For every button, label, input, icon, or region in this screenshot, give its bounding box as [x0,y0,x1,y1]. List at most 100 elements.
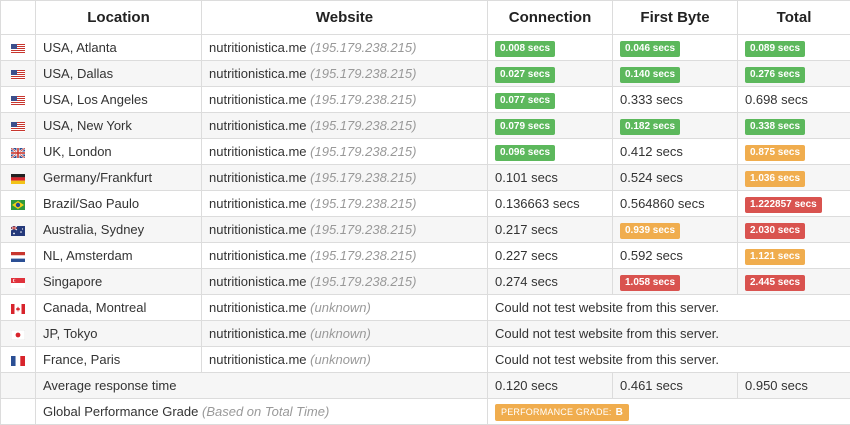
total-time: 1.222857 secs [745,197,822,213]
total-time: 0.338 secs [745,119,805,135]
website-ip: (unknown) [310,300,371,315]
average-flag-cell [1,373,36,399]
connection-time-cell: 0.096 secs [488,139,613,165]
website-domain: nutritionistica.me [209,352,307,367]
table-row: Brazil/Sao Paulonutritionistica.me (195.… [1,191,850,217]
flag-header [1,1,36,35]
location-cell: Singapore [36,269,202,295]
location-cell: USA, Los Angeles [36,87,202,113]
first-byte-time-cell: 0.046 secs [613,35,738,61]
location-cell: USA, Dallas [36,61,202,87]
total-time: 2.030 secs [745,223,805,239]
website-ip: (195.179.238.215) [310,144,416,159]
first-byte-time-cell: 0.412 secs [613,139,738,165]
website-domain: nutritionistica.me [209,66,307,81]
table-row: NL, Amsterdamnutritionistica.me (195.179… [1,243,850,269]
website-domain: nutritionistica.me [209,300,307,315]
connection-time: 0.217 secs [495,222,558,237]
table-row: France, Parisnutritionistica.me (unknown… [1,347,850,373]
flag-cell [1,35,36,61]
connection-time-cell: 0.274 secs [488,269,613,295]
table-row: JP, Tokyonutritionistica.me (unknown)Cou… [1,321,850,347]
connection-time: 0.096 secs [495,145,555,161]
flag-cell [1,321,36,347]
total-time: 0.698 secs [745,92,808,107]
website-cell: nutritionistica.me (195.179.238.215) [202,243,488,269]
connection-time: 0.227 secs [495,248,558,263]
connection-header: Connection [488,1,613,35]
australia-flag-icon [11,226,25,236]
table-row: USA, Atlantanutritionistica.me (195.179.… [1,35,850,61]
total-header: Total [738,1,850,35]
website-ip: (195.179.238.215) [310,66,416,81]
website-ip: (unknown) [310,326,371,341]
connection-time: 0.077 secs [495,93,555,109]
uk-flag-icon [11,148,25,158]
website-ip: (195.179.238.215) [310,118,416,133]
average-label: Average response time [36,373,488,399]
first-byte-time: 0.564860 secs [620,196,705,211]
website-cell: nutritionistica.me (195.179.238.215) [202,113,488,139]
connection-time-cell: 0.227 secs [488,243,613,269]
location-cell: USA, Atlanta [36,35,202,61]
total-time-cell: 0.089 secs [738,35,850,61]
first-byte-time: 0.412 secs [620,144,683,159]
total-time: 0.875 secs [745,145,805,161]
website-cell: nutritionistica.me (195.179.238.215) [202,165,488,191]
japan-flag-icon [11,330,25,340]
website-cell: nutritionistica.me (195.179.238.215) [202,217,488,243]
failed-test-message: Could not test website from this server. [488,321,850,347]
website-cell: nutritionistica.me (195.179.238.215) [202,191,488,217]
website-cell: nutritionistica.me (195.179.238.215) [202,87,488,113]
location-cell: NL, Amsterdam [36,243,202,269]
total-time: 2.445 secs [745,275,805,291]
first-byte-time: 0.140 secs [620,67,680,83]
website-cell: nutritionistica.me (unknown) [202,347,488,373]
table-row: UK, Londonnutritionistica.me (195.179.23… [1,139,850,165]
website-cell: nutritionistica.me (unknown) [202,321,488,347]
connection-time: 0.027 secs [495,67,555,83]
table-row: Australia, Sydneynutritionistica.me (195… [1,217,850,243]
website-ip: (unknown) [310,352,371,367]
table-row: USA, Dallas nutritionistica.me (195.179.2… [1,61,850,87]
first-byte-header: First Byte [613,1,738,35]
connection-time-cell: 0.079 secs [488,113,613,139]
failed-test-message: Could not test website from this server. [488,347,850,373]
flag-cell [1,61,36,87]
us-flag-icon [11,70,25,80]
connection-time: 0.079 secs [495,119,555,135]
flag-cell [1,217,36,243]
flag-cell [1,87,36,113]
location-cell: JP, Tokyo [36,321,202,347]
location-cell: Canada, Montreal [36,295,202,321]
location-cell: Australia, Sydney [36,217,202,243]
first-byte-time-cell: 0.564860 secs [613,191,738,217]
website-domain: nutritionistica.me [209,170,307,185]
total-time-cell: 2.030 secs [738,217,850,243]
location-cell: UK, London [36,139,202,165]
grade-label-cell: Global Performance Grade (Based on Total… [36,399,488,425]
website-cell: nutritionistica.me (unknown) [202,295,488,321]
average-total: 0.950 secs [738,373,850,399]
total-time-cell: 2.445 secs [738,269,850,295]
average-row: Average response time 0.120 secs 0.461 s… [1,373,850,399]
flag-cell [1,165,36,191]
table-row: USA, New Yorknutritionistica.me (195.179… [1,113,850,139]
connection-time-cell: 0.008 secs [488,35,613,61]
website-domain: nutritionistica.me [209,40,307,55]
flag-cell [1,347,36,373]
website-domain: nutritionistica.me [209,248,307,263]
canada-flag-icon [11,304,25,314]
first-byte-time-cell: 0.592 secs [613,243,738,269]
first-byte-time: 0.939 secs [620,223,680,239]
grade-label: Global Performance Grade [43,404,198,419]
website-domain: nutritionistica.me [209,222,307,237]
failed-test-message: Could not test website from this server. [488,295,850,321]
website-domain: nutritionistica.me [209,274,307,289]
flag-cell [1,113,36,139]
flag-cell [1,269,36,295]
connection-time-cell: 0.136663 secs [488,191,613,217]
connection-time: 0.101 secs [495,170,558,185]
connection-time-cell: 0.101 secs [488,165,613,191]
total-time-cell: 1.222857 secs [738,191,850,217]
